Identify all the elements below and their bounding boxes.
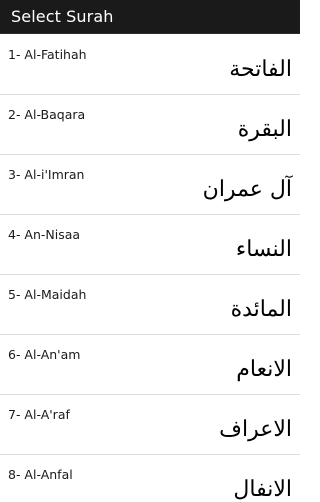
list-item-surah-6[interactable]: 6- Al-An'am الانعام [0, 335, 300, 395]
surah-arabic-name: آل عمران [202, 177, 292, 202]
surah-english-name: 1- Al-Fatihah [8, 47, 87, 62]
title-bar: Select Surah [0, 0, 300, 34]
surah-english-name: 6- Al-An'am [8, 347, 81, 362]
surah-english-name: 8- Al-Anfal [8, 467, 73, 482]
surah-arabic-name: الفاتحة [229, 57, 292, 82]
surah-english-name: 2- Al-Baqara [8, 107, 86, 122]
list-item-surah-4[interactable]: 4- An-Nisaa النساء [0, 215, 300, 275]
surah-english-name: 7- Al-A'raf [8, 407, 70, 422]
surah-select-screen: Select Surah 1- Al-Fatihah الفاتحة 2- Al… [0, 0, 300, 502]
list-item-surah-2[interactable]: 2- Al-Baqara البقرة [0, 95, 300, 155]
surah-english-name: 4- An-Nisaa [8, 227, 81, 242]
surah-arabic-name: الانعام [236, 357, 292, 382]
surah-arabic-name: الاعراف [219, 417, 292, 442]
surah-arabic-name: المائدة [230, 297, 292, 322]
surah-english-name: 5- Al-Maidah [8, 287, 87, 302]
page-title: Select Surah [11, 7, 114, 26]
list-item-surah-1[interactable]: 1- Al-Fatihah الفاتحة [0, 35, 300, 95]
surah-list[interactable]: 1- Al-Fatihah الفاتحة 2- Al-Baqara البقر… [0, 35, 300, 502]
list-item-surah-8[interactable]: 8- Al-Anfal الانفال [0, 455, 300, 502]
surah-arabic-name: النساء [235, 237, 292, 262]
surah-arabic-name: البقرة [237, 117, 292, 142]
list-item-surah-5[interactable]: 5- Al-Maidah المائدة [0, 275, 300, 335]
surah-english-name: 3- Al-i'Imran [8, 167, 85, 182]
list-item-surah-3[interactable]: 3- Al-i'Imran آل عمران [0, 155, 300, 215]
list-item-surah-7[interactable]: 7- Al-A'raf الاعراف [0, 395, 300, 455]
surah-arabic-name: الانفال [233, 477, 292, 502]
